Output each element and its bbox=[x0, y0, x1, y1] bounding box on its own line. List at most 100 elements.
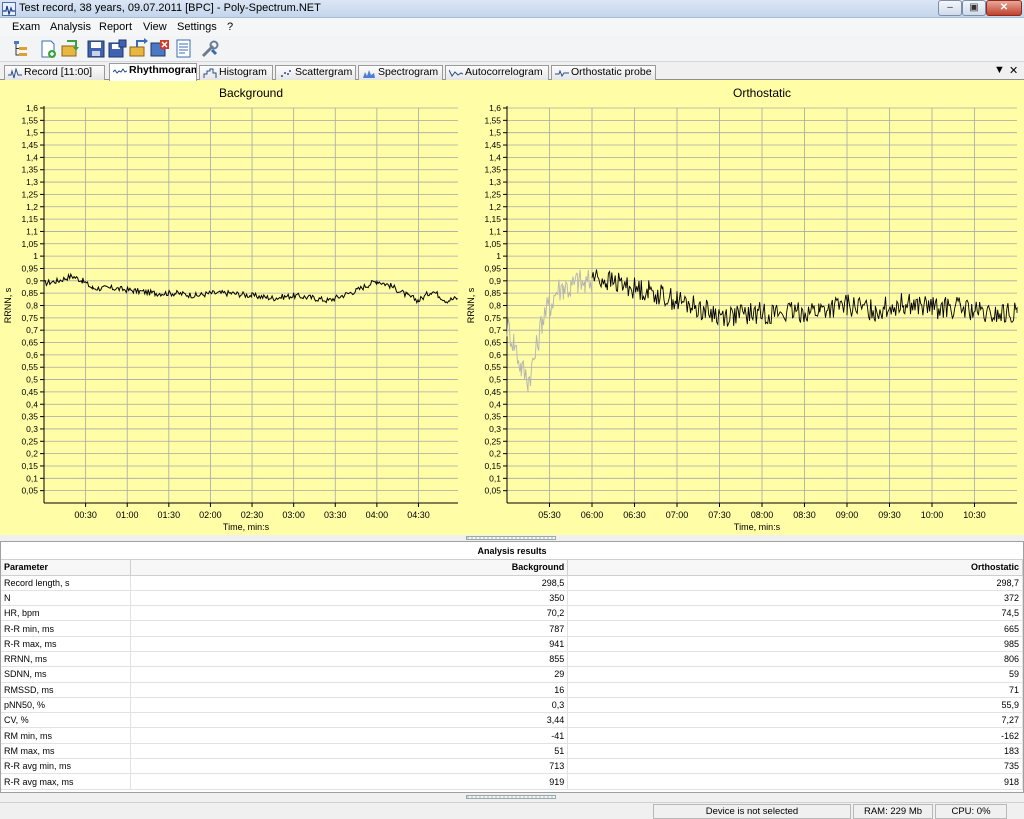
y-tick-label: 1 bbox=[496, 251, 501, 261]
y-tick-label: 0,8 bbox=[26, 301, 38, 311]
column-header-parameter[interactable]: Parameter bbox=[1, 560, 132, 576]
table-row[interactable]: RM max, ms 51 183 bbox=[1, 743, 1023, 760]
tree-button[interactable] bbox=[10, 38, 32, 60]
parameter-cell: R-R min, ms bbox=[1, 620, 132, 637]
y-tick-label: 1,5 bbox=[489, 128, 501, 138]
x-tick-label: 05:30 bbox=[538, 510, 561, 520]
y-tick-label: 0,4 bbox=[26, 399, 38, 409]
background-value-cell: 941 bbox=[130, 636, 569, 652]
table-row[interactable]: Record length, s 298,5 298,7 bbox=[1, 575, 1023, 591]
save-as-button[interactable] bbox=[106, 38, 128, 60]
orthostatic-rhythmogram: 0,05 0,1 0,15 0,2 0,25 0,3 0,35 0,4 0,45 0,5 0,55 0… bbox=[466, 86, 1018, 532]
tab-record[interactable]: Record [11:00] bbox=[4, 65, 105, 80]
tab-spectrogram[interactable]: Spectrogram bbox=[358, 65, 443, 80]
tab-list-dropdown[interactable]: ▼ bbox=[994, 64, 1005, 76]
table-row[interactable]: R-R avg min, ms 713 735 bbox=[1, 758, 1023, 775]
x-tick-label: 01:30 bbox=[158, 510, 181, 520]
menu-bar: Exam Analysis Report View Settings ? bbox=[0, 18, 1024, 36]
table-row[interactable]: RRNN, ms 855 806 bbox=[1, 651, 1023, 668]
save-button[interactable] bbox=[85, 38, 107, 60]
maximize-button[interactable]: ▣ bbox=[962, 0, 986, 16]
parameter-cell: R-R avg min, ms bbox=[1, 758, 132, 775]
table-row[interactable]: N 350 372 bbox=[1, 590, 1023, 607]
y-tick-label: 0,35 bbox=[484, 412, 501, 422]
autocorr-icon bbox=[449, 69, 463, 77]
tab-scattergram[interactable]: Scattergram bbox=[275, 65, 356, 80]
minimize-icon: – bbox=[947, 2, 953, 13]
parameter-cell: R-R avg max, ms bbox=[1, 773, 132, 790]
orthostatic-value-cell: 59 bbox=[567, 666, 1023, 683]
open-exam-button[interactable] bbox=[37, 38, 59, 60]
tab-autocorrelogram[interactable]: Autocorrelogram bbox=[445, 65, 549, 80]
tools-button[interactable] bbox=[199, 38, 221, 60]
view-tabs: Record [11:00] Rhythmogram Histogram Sca… bbox=[0, 62, 1024, 81]
y-tick-label: 1,5 bbox=[26, 128, 38, 138]
column-header-background[interactable]: Background bbox=[130, 560, 569, 576]
y-tick-label: 0,7 bbox=[489, 325, 501, 335]
y-tick-label: 0,45 bbox=[21, 387, 38, 397]
table-row[interactable]: R-R avg max, ms 919 918 bbox=[1, 773, 1023, 790]
tab-histogram[interactable]: Histogram bbox=[199, 65, 273, 80]
y-tick-label: 0,3 bbox=[26, 424, 38, 434]
close-button[interactable]: ✕ bbox=[986, 0, 1022, 16]
y-tick-label: 0,65 bbox=[484, 338, 501, 348]
y-tick-label: 1,35 bbox=[484, 165, 501, 175]
report-button[interactable] bbox=[173, 38, 195, 60]
y-tick-label: 1,25 bbox=[484, 189, 501, 199]
table-row[interactable]: HR, bpm 70,2 74,5 bbox=[1, 605, 1023, 622]
tree-icon bbox=[14, 41, 27, 56]
menu-view[interactable]: View bbox=[143, 21, 167, 33]
orthostatic-value-cell: 985 bbox=[567, 636, 1023, 652]
x-tick-label: 10:00 bbox=[921, 510, 944, 520]
import-button[interactable] bbox=[59, 38, 81, 60]
y-tick-label: 0,9 bbox=[26, 276, 38, 286]
x-tick-label: 04:30 bbox=[407, 510, 430, 520]
tab-close-icon[interactable]: ✕ bbox=[1009, 64, 1018, 77]
y-tick-label: 1,05 bbox=[484, 239, 501, 249]
table-row[interactable]: RM min, ms -41 -162 bbox=[1, 727, 1023, 744]
x-tick-label: 08:00 bbox=[751, 510, 774, 520]
table-row[interactable]: pNN50, % 0,3 55,9 bbox=[1, 697, 1023, 714]
bottom-splitter[interactable] bbox=[0, 793, 1024, 801]
tab-rhythmogram[interactable]: Rhythmogram bbox=[109, 63, 197, 81]
background-value-cell: 787 bbox=[130, 620, 569, 637]
menu-report[interactable]: Report bbox=[99, 21, 132, 33]
table-row[interactable]: CV, % 3,44 7,27 bbox=[1, 712, 1023, 729]
splitter-grip[interactable] bbox=[466, 795, 556, 799]
table-header-row: Parameter Background Orthostatic bbox=[1, 560, 1023, 576]
menu-exam[interactable]: Exam bbox=[12, 21, 40, 33]
y-tick-label: 0,05 bbox=[484, 486, 501, 496]
y-tick-label: 0,2 bbox=[26, 449, 38, 459]
save-as-icon bbox=[108, 39, 127, 58]
ecg-icon bbox=[8, 68, 22, 79]
y-tick-label: 0,6 bbox=[26, 350, 38, 360]
y-tick-label: 1,25 bbox=[21, 189, 38, 199]
table-row[interactable]: R-R max, ms 941 985 bbox=[1, 636, 1023, 652]
tab-scattergram-label: Scattergram bbox=[295, 66, 353, 78]
y-tick-label: 0,15 bbox=[21, 461, 38, 471]
minimize-button[interactable]: – bbox=[938, 0, 962, 16]
export-button[interactable] bbox=[127, 38, 149, 60]
column-header-orthostatic[interactable]: Orthostatic bbox=[567, 560, 1023, 576]
background-value-cell: 855 bbox=[130, 651, 569, 668]
background-value-cell: 298,5 bbox=[130, 575, 569, 591]
table-row[interactable]: RMSSD, ms 16 71 bbox=[1, 682, 1023, 698]
close-exam-button[interactable] bbox=[149, 38, 171, 60]
background-value-cell: 713 bbox=[130, 758, 569, 775]
tab-orthostatic-probe[interactable]: Orthostatic probe bbox=[551, 65, 656, 80]
parameter-cell: RM max, ms bbox=[1, 743, 132, 760]
parameter-cell: Record length, s bbox=[1, 575, 132, 591]
table-row[interactable]: SDNN, ms 29 59 bbox=[1, 666, 1023, 683]
y-tick-label: 1,45 bbox=[484, 140, 501, 150]
splitter-grip[interactable] bbox=[466, 536, 556, 540]
menu-settings[interactable]: Settings bbox=[177, 21, 217, 33]
y-tick-label: 0,3 bbox=[489, 424, 501, 434]
menu-help[interactable]: ? bbox=[227, 21, 233, 33]
orthostatic-value-cell: 918 bbox=[567, 773, 1023, 790]
y-tick-label: 0,9 bbox=[489, 276, 501, 286]
restore-icon: ▣ bbox=[969, 2, 979, 13]
x-tick-label: 06:00 bbox=[581, 510, 604, 520]
menu-analysis[interactable]: Analysis bbox=[50, 21, 91, 33]
y-tick-label: 1,55 bbox=[484, 115, 501, 125]
table-row[interactable]: R-R min, ms 787 665 bbox=[1, 620, 1023, 637]
